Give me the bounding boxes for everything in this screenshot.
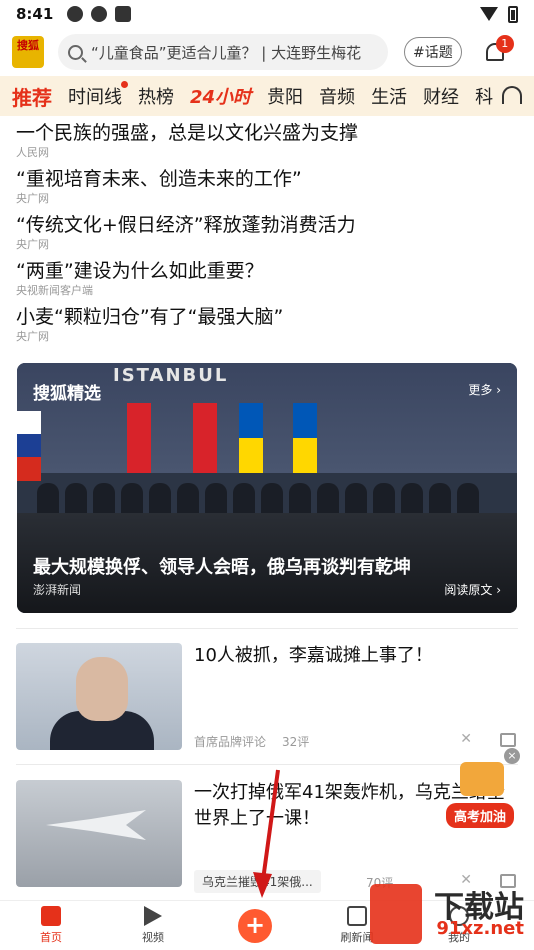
nav-publish[interactable]: +	[204, 908, 306, 943]
site-watermark: 下载站 91xz.net	[370, 878, 530, 948]
headline-title: “两重”建设为什么如此重要？	[16, 260, 264, 282]
tab-life[interactable]: 生活	[371, 83, 407, 109]
search-placeholder: “儿童食品”更适合儿童？ | 大连野生梅花	[91, 43, 362, 62]
headline-item[interactable]: “重视培育未来、创造未来的工作” 央广网	[16, 166, 516, 205]
notification-icon-2	[91, 6, 108, 22]
news-item[interactable]: 10人被抓，李嘉诚摊上事了！ 首席品牌评论 32评 ✕	[16, 643, 518, 751]
wifi-icon	[480, 7, 498, 21]
floating-promo[interactable]: 高考加油 ×	[446, 748, 520, 828]
status-icons	[67, 6, 132, 22]
headline-title: “传统文化+假日经济”释放蓬勃消费活力	[16, 214, 356, 236]
headline-item[interactable]: “传统文化+假日经济”释放蓬勃消费活力 央广网	[16, 212, 516, 251]
nav-home-label: 首页	[40, 931, 62, 944]
flag-graphic	[193, 403, 217, 473]
app-logo: 搜狐	[12, 36, 44, 68]
tab-finance[interactable]: 财经	[423, 83, 459, 109]
tab-timeline[interactable]: 时间线	[68, 81, 128, 109]
news-title: 10人被抓，李嘉诚摊上事了！	[194, 645, 433, 666]
new-dot	[121, 81, 128, 88]
channel-tabs: 推荐 时间线 热榜 24小时 贵阳 音频 生活 财经 科	[0, 76, 534, 116]
headline-item[interactable]: 小麦“颗粒归仓”有了“最强大脑” 央广网	[16, 304, 516, 343]
promo-label: 高考加油	[446, 803, 515, 828]
news-source: 首席品牌评论	[194, 735, 267, 749]
home-icon	[41, 906, 61, 926]
featured-image-text: ISTANBUL	[113, 365, 229, 386]
nav-video-label: 视频	[142, 931, 164, 944]
headline-title: 小麦“颗粒归仓”有了“最强大脑”	[16, 306, 284, 328]
headline-source: 央广网	[16, 330, 49, 343]
search-input[interactable]: “儿童食品”更适合儿童？ | 大连野生梅花	[58, 34, 388, 70]
battery-icon	[508, 5, 518, 23]
read-original-link[interactable]: 阅读原文 ›	[444, 581, 501, 598]
news-thumbnail	[16, 780, 182, 887]
featured-more-link[interactable]: 更多 ›	[468, 381, 501, 398]
plus-icon: +	[238, 908, 272, 943]
dismiss-icon[interactable]: ✕	[460, 731, 472, 747]
divider	[16, 628, 518, 629]
notification-icon	[67, 6, 84, 22]
headline-source: 人民网	[16, 146, 49, 159]
tab-guiyang[interactable]: 贵阳	[267, 83, 303, 109]
flag-graphic	[127, 403, 151, 473]
notification-badge: 1	[495, 35, 514, 53]
play-icon	[144, 906, 162, 926]
headline-item[interactable]: 一个民族的强盛，总是以文化兴盛为支撑 人民网	[16, 120, 516, 159]
featured-tag: 搜狐精选	[33, 384, 101, 404]
headline-title: “重视培育未来、创造未来的工作”	[16, 168, 302, 190]
flag-graphic	[17, 411, 41, 481]
featured-title: 最大规模换俘、领导人会晤，俄乌再谈判有乾坤	[33, 557, 411, 578]
news-comments: 32评	[282, 735, 310, 749]
headline-list: 一个民族的强盛，总是以文化兴盛为支撑 人民网 “重视培育未来、创造未来的工作” …	[16, 120, 516, 350]
nav-home[interactable]: 首页	[0, 906, 102, 945]
nav-refresh-label: 刷新闻	[340, 931, 374, 944]
headline-title: 一个民族的强盛，总是以文化兴盛为支撑	[16, 122, 359, 144]
watermark-url: 91xz.net	[436, 918, 524, 939]
featured-card[interactable]: ISTANBUL 搜狐精选 更多 › 最大规模换俘、领导人会晤，俄乌再谈判有乾坤…	[17, 363, 517, 613]
headline-source: 央广网	[16, 238, 49, 251]
tab-timeline-label: 时间线	[68, 87, 122, 108]
logo-text: 搜狐	[17, 39, 39, 52]
tab-recommend[interactable]: 推荐	[12, 82, 52, 111]
headline-source: 央广网	[16, 192, 49, 205]
news-item[interactable]: 一次打掉俄军41架轰炸机，乌克兰给全世界上了一课！ 乌克兰摧毁41架俄... 7…	[16, 780, 518, 893]
news-thumbnail	[16, 643, 182, 750]
tab-hot[interactable]: 热榜	[138, 83, 174, 109]
related-topic-chip[interactable]: 乌克兰摧毁41架俄...	[194, 870, 321, 893]
promo-book-icon	[460, 762, 504, 796]
notification-button[interactable]: 1	[484, 35, 514, 63]
headline-source: 央视新闻客户端	[16, 284, 93, 297]
headphone-icon[interactable]	[502, 86, 522, 104]
nav-video[interactable]: 视频	[102, 906, 204, 945]
promo-close-button[interactable]: ×	[504, 748, 520, 764]
divider	[16, 764, 518, 765]
status-time: 8:41	[16, 5, 54, 23]
headline-item[interactable]: “两重”建设为什么如此重要？ 央视新闻客户端	[16, 258, 516, 297]
tab-24h[interactable]: 24小时	[190, 83, 251, 109]
speaker-icon[interactable]	[500, 733, 516, 747]
top-header: 搜狐 “儿童食品”更适合儿童？ | 大连野生梅花 #话题 1	[0, 30, 534, 74]
topic-button[interactable]: #话题	[404, 37, 462, 67]
watermark-logo	[370, 884, 422, 944]
tab-tech[interactable]: 科	[475, 83, 493, 109]
tab-audio[interactable]: 音频	[319, 83, 355, 109]
featured-source: 澎湃新闻	[33, 583, 82, 597]
refresh-news-icon	[347, 906, 367, 926]
app-notification-icon	[115, 6, 132, 22]
flag-graphic	[239, 403, 263, 473]
flag-graphic	[293, 403, 317, 473]
status-bar: 8:41	[0, 0, 534, 28]
news-meta: 首席品牌评论 32评	[194, 733, 309, 750]
search-icon	[68, 44, 83, 60]
